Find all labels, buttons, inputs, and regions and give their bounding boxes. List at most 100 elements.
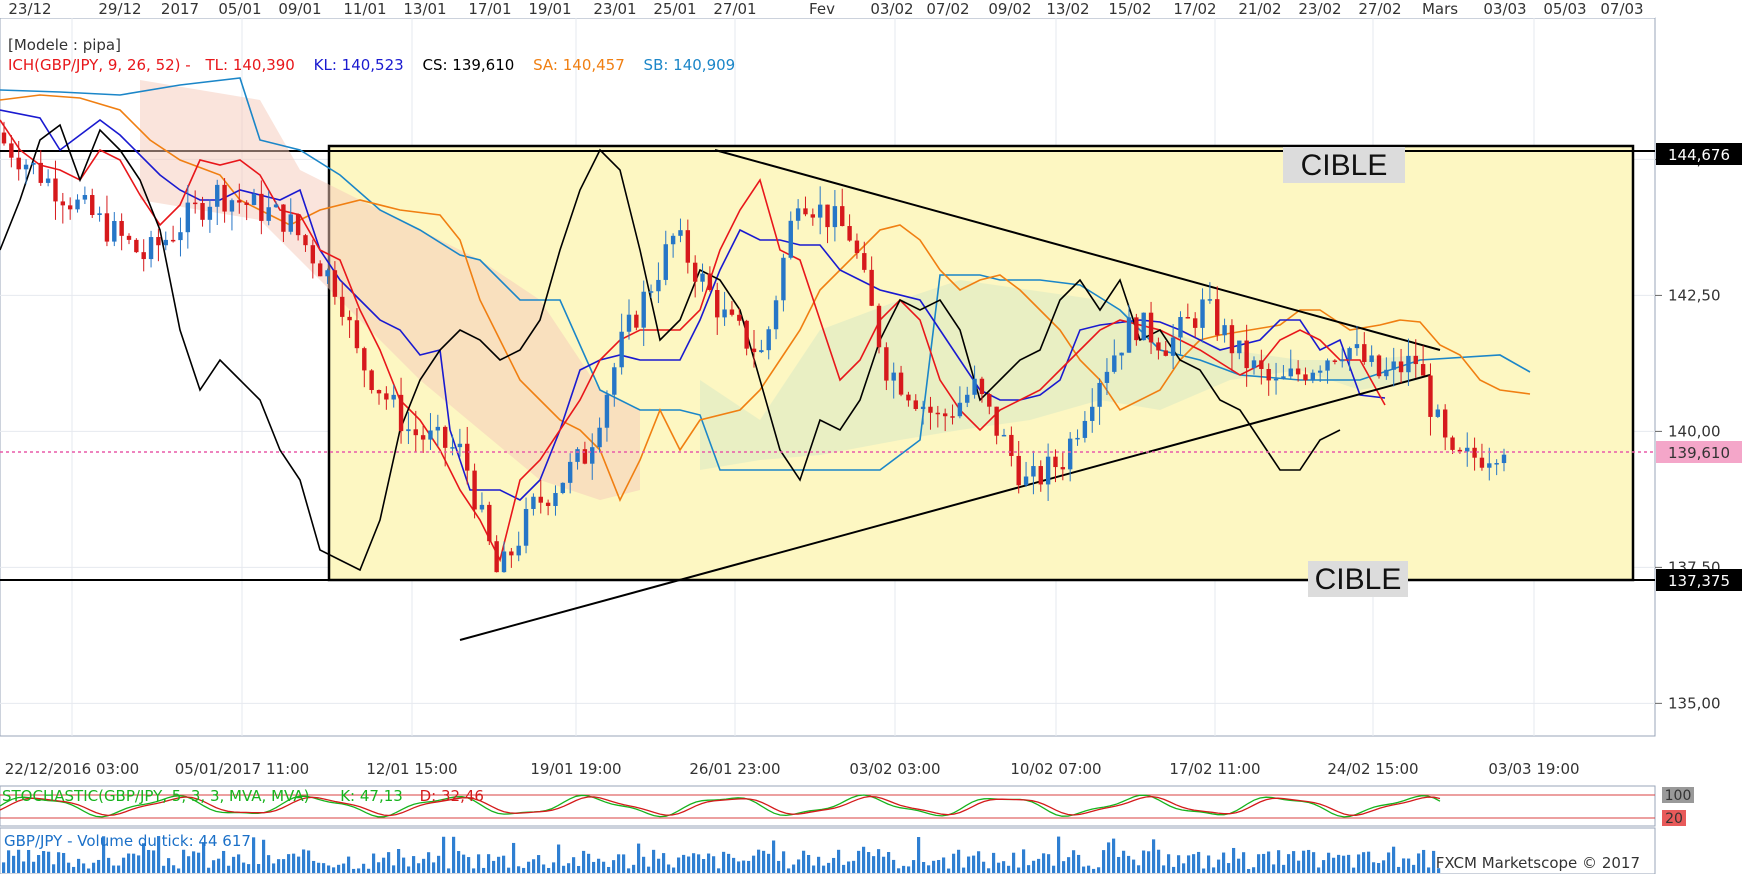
top-date-tick: 2017 xyxy=(161,0,199,18)
candle-body xyxy=(803,208,808,215)
volume-bar xyxy=(302,849,306,873)
volume-bar xyxy=(1417,853,1421,873)
candle-body xyxy=(1428,375,1433,417)
candle-body xyxy=(648,291,654,293)
volume-bar xyxy=(372,853,376,873)
volume-bar xyxy=(432,862,436,873)
candle-body xyxy=(810,214,816,218)
volume-bar xyxy=(392,865,396,873)
volume-bar xyxy=(527,861,531,873)
volume-bar xyxy=(192,851,196,873)
candle-body xyxy=(1442,409,1448,438)
volume-bar xyxy=(1077,854,1081,873)
bottom-date-tick: 26/01 23:00 xyxy=(689,760,780,778)
volume-bar xyxy=(197,852,201,873)
candle-body xyxy=(994,406,999,436)
volume-bar xyxy=(62,852,66,873)
cible-lower-label: CIBLE xyxy=(1315,563,1402,596)
top-date-tick: 21/02 xyxy=(1238,0,1281,18)
candle-body xyxy=(1362,344,1367,362)
candle-body xyxy=(1045,456,1051,485)
candle-body xyxy=(1487,463,1492,468)
volume-bar xyxy=(417,863,421,873)
candle-body xyxy=(1340,359,1345,362)
volume-bar xyxy=(367,868,371,873)
volume-bar xyxy=(1242,852,1246,873)
volume-bar xyxy=(812,865,816,873)
volume-bar xyxy=(547,867,551,873)
volume-bar xyxy=(92,862,96,873)
volume-bar xyxy=(677,857,681,873)
volume-bar xyxy=(627,868,631,873)
volume-bar xyxy=(682,854,686,873)
candle-body xyxy=(715,290,720,318)
candle-body xyxy=(707,273,713,291)
candle-body xyxy=(869,269,874,306)
volume-bar xyxy=(47,851,51,873)
volume-bar xyxy=(207,867,211,873)
volume-bar xyxy=(1377,863,1381,873)
candle-body xyxy=(832,206,838,228)
candle-body xyxy=(862,253,867,270)
candle-body xyxy=(751,348,757,353)
candle-body xyxy=(700,273,705,282)
volume-bar xyxy=(42,851,46,873)
volume-bar xyxy=(402,857,406,873)
candle-body xyxy=(942,413,948,417)
candle-body xyxy=(759,350,764,353)
volume-bar xyxy=(222,850,226,873)
candle-body xyxy=(1222,325,1227,336)
candle-body xyxy=(1406,355,1411,373)
volume-bar xyxy=(1312,852,1316,873)
ichimoku-label: ICH(GBP/JPY, 9, 26, 52) - TL: 140,390 KL… xyxy=(8,56,735,74)
volume-bar xyxy=(482,867,486,873)
top-date-tick: Mars xyxy=(1422,0,1458,18)
volume-bar xyxy=(942,857,946,873)
volume-bar xyxy=(722,851,726,873)
volume-bar xyxy=(1042,853,1046,873)
volume-bar xyxy=(852,860,856,873)
volume-bar xyxy=(1212,867,1216,873)
volume-bar xyxy=(437,855,441,873)
candle-body xyxy=(516,545,521,556)
volume-bar xyxy=(12,855,16,873)
candle-body xyxy=(619,331,624,368)
volume-bar xyxy=(497,856,501,873)
candle-body xyxy=(90,195,95,216)
candle-body xyxy=(281,204,286,232)
candle-body xyxy=(67,205,73,210)
volume-bar xyxy=(357,868,361,873)
volume-bar xyxy=(1082,866,1086,873)
candle-body xyxy=(38,162,43,183)
volume-bar xyxy=(822,865,826,873)
candle-body xyxy=(1266,368,1271,381)
candle-body xyxy=(670,235,676,245)
volume-bar xyxy=(607,866,611,873)
candle-body xyxy=(1060,467,1066,470)
volume-bar xyxy=(467,857,471,873)
volume-bar xyxy=(112,865,116,873)
candle-body xyxy=(1435,409,1441,417)
candle-body xyxy=(325,270,330,277)
candle-body xyxy=(884,347,889,381)
volume-bar xyxy=(1227,863,1231,873)
volume-bar xyxy=(477,854,481,873)
candle-body xyxy=(1413,355,1418,365)
candle-body xyxy=(251,193,257,205)
top-date-tick: 11/01 xyxy=(343,0,386,18)
volume-bar xyxy=(532,859,536,873)
volume-bar xyxy=(692,853,696,873)
volume-bar xyxy=(907,866,911,873)
top-date-tick: 29/12 xyxy=(98,0,141,18)
candle-body xyxy=(362,348,367,371)
volume-bar xyxy=(387,852,391,873)
volume-bar xyxy=(322,863,326,873)
stochastic-20-label: 20 xyxy=(1665,811,1683,827)
volume-bar xyxy=(927,865,931,873)
volume-bar xyxy=(962,867,966,873)
volume-bar xyxy=(397,849,401,873)
volume-bar xyxy=(117,865,121,873)
cible-upper-label: CIBLE xyxy=(1301,149,1388,182)
volume-bar xyxy=(1342,855,1346,873)
candle-body xyxy=(737,314,742,321)
